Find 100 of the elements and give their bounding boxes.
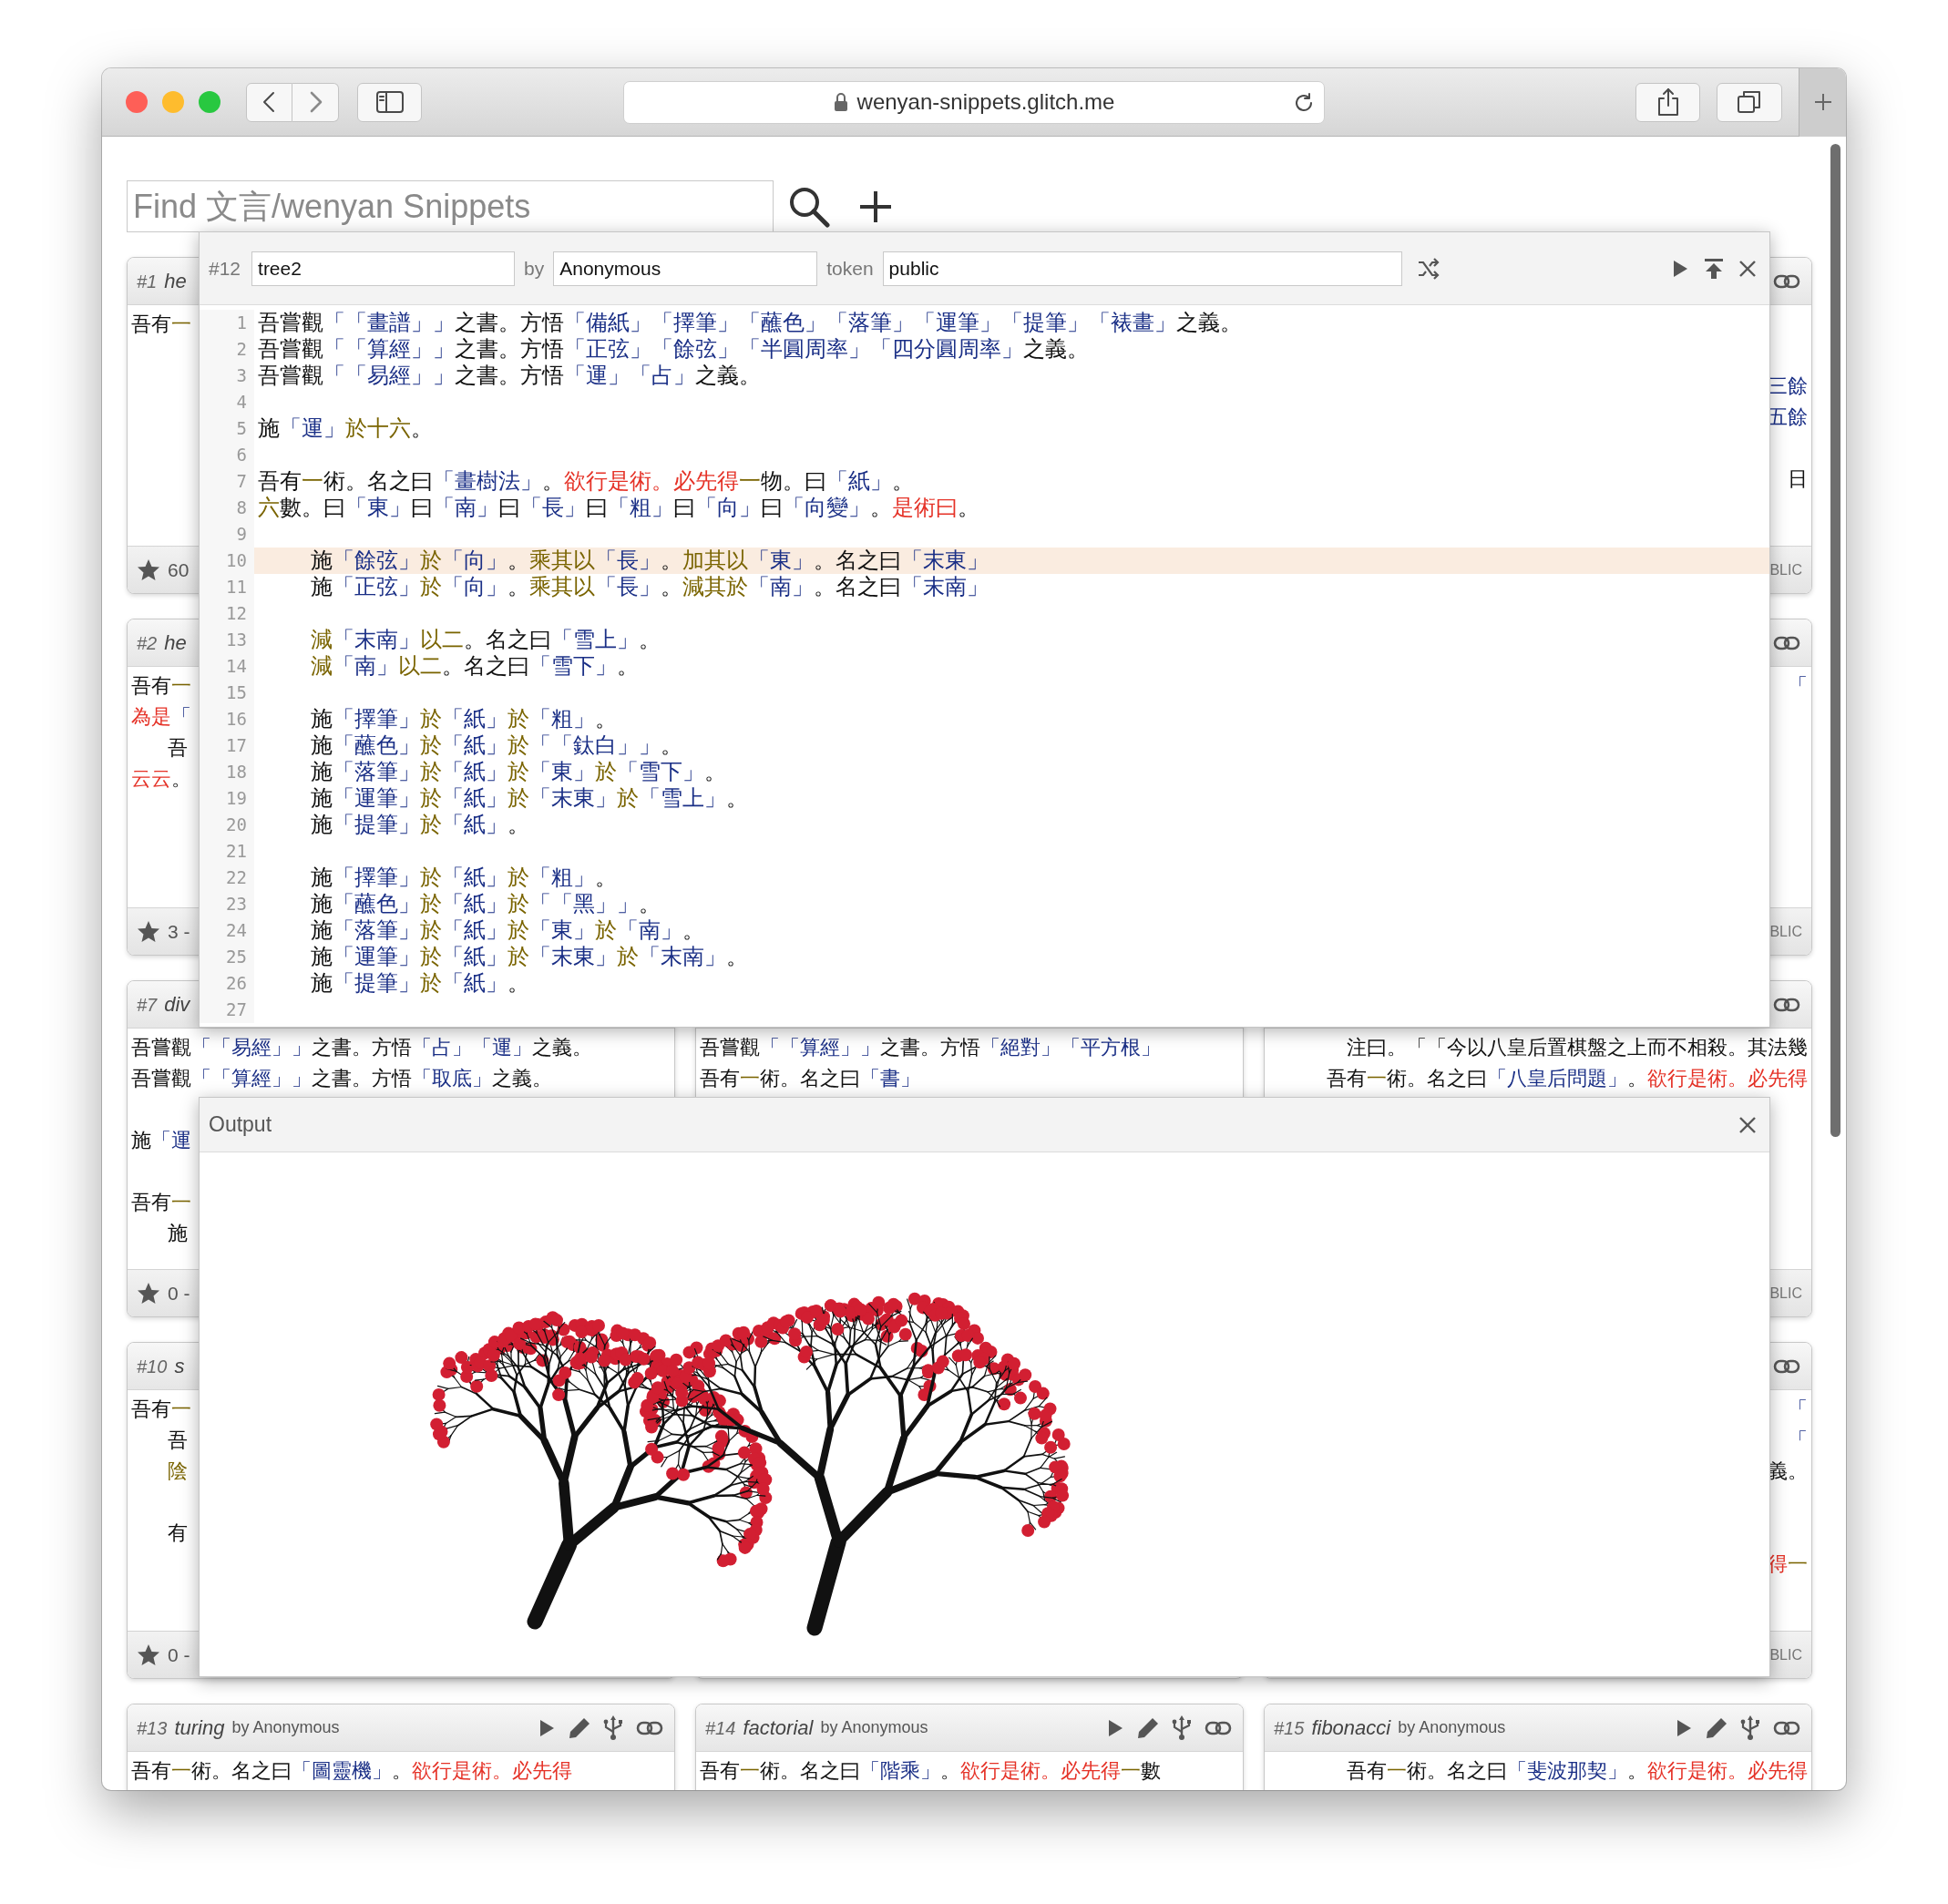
plus-icon — [1812, 92, 1833, 112]
code-line[interactable]: 吾有一術。名之曰「畫樹法」。欲行是術。必先得一物。曰「紙」。 — [254, 468, 1769, 495]
snippet-title[interactable]: he — [164, 266, 187, 296]
code-line[interactable]: 施「正弦」於「向」。乘其以「長」。減其於「南」。名之曰「末南」 — [254, 574, 1769, 600]
snippet-title[interactable]: div — [164, 989, 190, 1019]
title-input[interactable]: tree2 — [251, 251, 516, 286]
code-line[interactable]: 吾嘗觀「「易經」」之書。方悟「運」「占」之義。 — [254, 363, 1769, 389]
code-line: 「 — [1788, 674, 1808, 697]
pencil-icon[interactable] — [1137, 1716, 1159, 1739]
snippet-author: by Anonymous — [231, 1717, 340, 1738]
arrow-up-bar-icon[interactable] — [1704, 257, 1724, 280]
tabs-icon — [1737, 89, 1762, 115]
code-line: 「 — [1788, 1428, 1808, 1451]
code-line[interactable]: 施「運筆」於「紙」於「末東」於「末南」。 — [254, 944, 1769, 970]
sidebar-button[interactable] — [357, 82, 422, 122]
address-bar[interactable]: wenyan-snippets.glitch.me — [623, 80, 1325, 124]
tabs-button[interactable] — [1717, 82, 1782, 122]
author-input[interactable]: Anonymous — [553, 251, 818, 286]
snippet-number: #10 — [137, 1355, 168, 1378]
url-text: wenyan-snippets.glitch.me — [856, 88, 1115, 116]
code-line[interactable]: 施「提筆」於「紙」。 — [254, 812, 1769, 838]
pencil-icon[interactable] — [569, 1716, 590, 1739]
star-count: 0 - — [168, 1643, 190, 1667]
code-line: 「 — [1788, 1397, 1808, 1420]
star-icon[interactable] — [137, 920, 160, 943]
code-line[interactable]: 施「提筆」於「紙」。 — [254, 970, 1769, 997]
code-line[interactable]: 施「擇筆」於「紙」於「粗」。 — [254, 706, 1769, 732]
link-icon[interactable] — [1773, 996, 1800, 1013]
usb-icon[interactable] — [1740, 1715, 1760, 1741]
code-line[interactable]: 施「蘸色」於「紙」於「「鈦白」」。 — [254, 732, 1769, 759]
code-line: 施 — [166, 1222, 188, 1244]
usb-icon[interactable] — [603, 1715, 623, 1741]
code-line[interactable]: 施「落筆」於「紙」於「東」於「雪下」。 — [254, 759, 1769, 785]
close-icon[interactable] — [1738, 1115, 1757, 1134]
code-line: 吾嘗觀「「易經」」之書。方悟「占」「運」之義。 — [131, 1036, 592, 1059]
link-icon[interactable] — [1205, 1719, 1232, 1736]
line-number: 19 — [200, 785, 254, 812]
link-icon[interactable] — [1773, 1719, 1800, 1736]
snippet-number: #15 — [1274, 1716, 1305, 1740]
code-line[interactable]: 吾嘗觀「「算經」」之書。方悟「正弦」「餘弦」「半圓周率」「四分圓周率」之義。 — [254, 336, 1769, 363]
line-number: 26 — [200, 970, 254, 997]
play-icon[interactable] — [1675, 1717, 1693, 1738]
snippet-title[interactable]: factorial — [743, 1713, 814, 1743]
play-icon[interactable] — [1106, 1717, 1124, 1738]
code-line: 吾 — [166, 736, 188, 759]
snippet-title[interactable]: s — [174, 1351, 185, 1381]
line-number: 7 — [200, 468, 254, 495]
snippet-number: #2 — [137, 631, 158, 655]
line-number: 15 — [200, 680, 254, 706]
snippet-title[interactable]: he — [164, 628, 187, 658]
code-line: 吾有一術。名之曰「階乘」。欲行是術。必先得一數 — [700, 1759, 1161, 1782]
visibility-label: BLIC — [1769, 1284, 1802, 1303]
link-icon[interactable] — [1773, 634, 1800, 651]
scrollbar[interactable] — [1830, 144, 1840, 1137]
snippet-title[interactable]: fibonacci — [1311, 1713, 1391, 1743]
star-icon[interactable] — [137, 1282, 160, 1305]
pencil-icon[interactable] — [1706, 1716, 1728, 1739]
back-button[interactable] — [246, 82, 292, 122]
code-line[interactable]: 施「擇筆」於「紙」於「粗」。 — [254, 865, 1769, 891]
play-icon[interactable] — [538, 1717, 556, 1738]
star-icon[interactable] — [137, 1643, 160, 1666]
search-icon[interactable] — [788, 185, 830, 228]
code-line: 吾嘗觀「「算經」」之書。方悟「取底」之義。 — [131, 1067, 552, 1090]
code-line[interactable]: 減「南」以二。名之曰「雪下」。 — [254, 653, 1769, 680]
snippet-title[interactable]: turing — [174, 1713, 225, 1743]
usb-icon[interactable] — [1172, 1715, 1192, 1741]
play-icon[interactable] — [1671, 258, 1689, 279]
snippet-number: #12 — [209, 256, 241, 281]
by-label: by — [524, 256, 545, 281]
star-icon[interactable] — [137, 558, 160, 581]
line-number: 10 — [200, 548, 254, 574]
link-icon[interactable] — [636, 1719, 663, 1736]
code-line[interactable]: 六數。曰「東」曰「南」曰「長」曰「粗」曰「向」曰「向變」。是術曰。 — [254, 495, 1769, 521]
search-field[interactable]: Find 文言/wenyan Snippets — [127, 180, 774, 232]
link-icon[interactable] — [1773, 272, 1800, 290]
line-number: 24 — [200, 917, 254, 944]
line-number: 22 — [200, 865, 254, 891]
line-number: 2 — [200, 336, 254, 363]
code-line[interactable]: 吾嘗觀「「畫譜」」之書。方悟「備紙」「擇筆」「蘸色」「落筆」「運筆」「提筆」「裱畫」之義。 — [254, 310, 1769, 336]
snippet-number: #1 — [137, 270, 158, 293]
token-input[interactable]: public — [882, 251, 1402, 286]
code-line: 吾有一術。名之曰「八皇后問題」。欲行是術。必先得 — [1327, 1067, 1808, 1090]
code-line: 施「運 — [131, 1129, 191, 1152]
code-line[interactable]: 減「末南」以二。名之曰「雪上」。 — [254, 627, 1769, 653]
lock-icon — [833, 92, 848, 112]
code-line[interactable]: 施「蘸色」於「紙」於「「黑」」。 — [254, 891, 1769, 917]
link-icon[interactable] — [1773, 1357, 1800, 1375]
reload-icon[interactable] — [1293, 91, 1315, 114]
line-number: 20 — [200, 812, 254, 838]
code-line[interactable]: 施「落筆」於「紙」於「東」於「南」。 — [254, 917, 1769, 944]
snippet-author: by Anonymous — [820, 1717, 928, 1738]
code-line[interactable]: 施「運」於十六。 — [254, 415, 1769, 442]
code-line: 日 — [1788, 467, 1808, 490]
code-line: 吾有一術。名之曰「斐波那契」。欲行是術。必先得 — [1347, 1759, 1808, 1782]
share-button[interactable] — [1635, 82, 1700, 122]
close-icon[interactable] — [1738, 259, 1757, 278]
code-line: 有 — [166, 1521, 188, 1544]
code-line[interactable]: 施「運筆」於「紙」於「末東」於「雪上」。 — [254, 785, 1769, 812]
forward-button[interactable] — [292, 82, 339, 122]
shuffle-icon[interactable] — [1416, 257, 1440, 280]
